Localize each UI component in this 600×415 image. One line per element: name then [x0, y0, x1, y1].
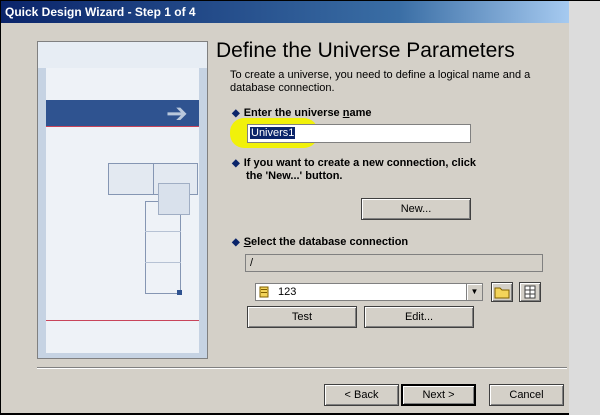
arrow-right-icon: ➔	[166, 98, 188, 128]
illustration-box	[158, 183, 190, 215]
footer-separator	[37, 367, 567, 369]
connection-selected-value: 123	[278, 286, 297, 298]
folder-icon	[494, 287, 510, 299]
illustration-line	[46, 126, 199, 127]
database-connection-select[interactable]: 123 ▼	[255, 283, 483, 301]
database-icon	[259, 286, 269, 298]
page-description: To create a universe, you need to define…	[230, 69, 531, 94]
back-button[interactable]: < Back	[324, 384, 399, 406]
new-connection-instruction: ◆ If you want to create a new connection,…	[232, 157, 476, 182]
universe-name-input[interactable]: Univers1	[247, 124, 471, 143]
page-title: Define the Universe Parameters	[216, 39, 515, 62]
cancel-button[interactable]: Cancel	[489, 384, 564, 406]
select-connection-label: ◆ Select the database connection	[232, 236, 409, 248]
illustration-band	[38, 42, 207, 68]
new-connection-button[interactable]: New...	[361, 198, 471, 220]
chevron-down-icon[interactable]: ▼	[466, 284, 482, 300]
illustration-divider	[145, 231, 181, 232]
title-bar: Quick Design Wizard - Step 1 of 4	[1, 1, 569, 23]
background-strip	[569, 1, 600, 415]
diamond-bullet-icon: ◆	[232, 108, 240, 119]
browse-folder-button[interactable]	[491, 282, 513, 302]
universe-name-value: Univers1	[250, 127, 296, 139]
table-icon	[524, 285, 536, 299]
illustration-divider	[145, 262, 181, 263]
illustration-marker	[177, 290, 182, 295]
test-button[interactable]: Test	[247, 306, 357, 328]
window-title: Quick Design Wizard - Step 1 of 4	[5, 5, 196, 19]
illustration-divider	[153, 163, 154, 195]
diamond-bullet-icon: ◆	[232, 237, 240, 248]
next-button[interactable]: Next >	[401, 384, 476, 406]
connection-path-field: /	[245, 254, 543, 272]
wizard-illustration: ➔	[37, 41, 208, 359]
edit-button[interactable]: Edit...	[364, 306, 474, 328]
connection-details-button[interactable]	[519, 282, 541, 302]
wizard-window: Quick Design Wizard - Step 1 of 4 ➔ Defi…	[0, 0, 600, 415]
illustration-line	[46, 320, 199, 321]
diamond-bullet-icon: ◆	[232, 158, 240, 169]
